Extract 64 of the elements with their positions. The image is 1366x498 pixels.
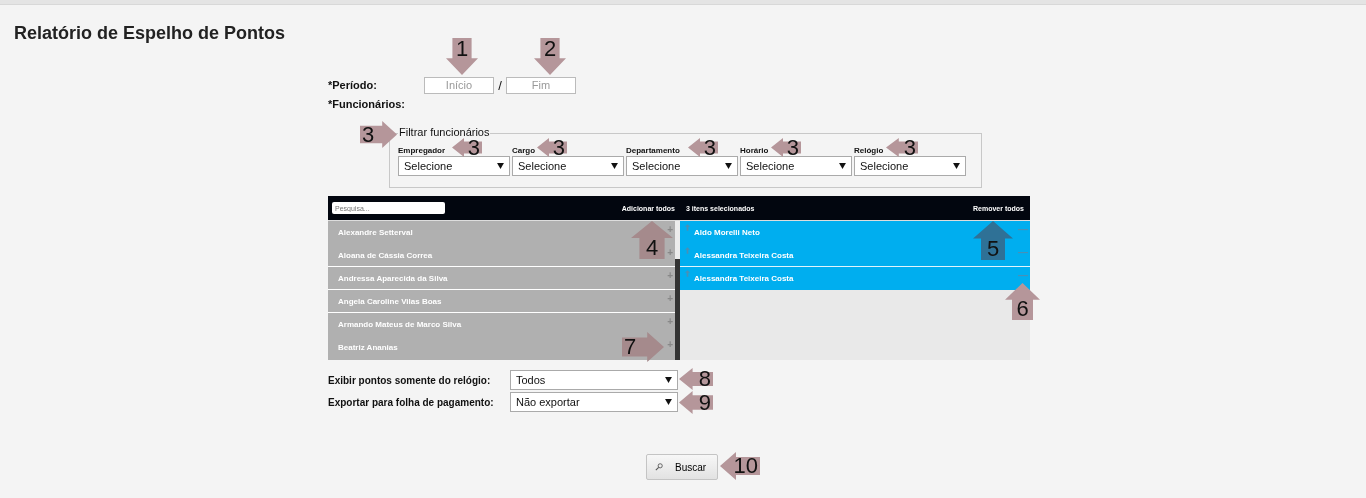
- dropdown[interactable]: Selecione: [512, 156, 624, 176]
- caret-icon: [725, 163, 732, 169]
- callout-marker: 3: [688, 138, 718, 157]
- caret-icon: [953, 163, 960, 169]
- remove-icon[interactable]: —: [1018, 270, 1028, 281]
- callout-marker: 5: [973, 221, 1013, 260]
- end-date-field[interactable]: Fim: [506, 76, 576, 94]
- filter-label: Horário: [740, 146, 769, 156]
- callout-marker: 8: [679, 368, 713, 390]
- remove-icon[interactable]: —: [1018, 224, 1028, 235]
- dropdown[interactable]: Selecione: [854, 156, 966, 176]
- list-item[interactable]: Beatriz Ananias: [338, 343, 398, 352]
- list-item[interactable]: Aloana de Cássia Correa: [338, 250, 433, 260]
- field-label: *Período:: [328, 79, 378, 91]
- caret-icon: [839, 163, 846, 169]
- option-label: Exibir pontos somente do relógio:: [328, 374, 492, 386]
- callout-marker: 3: [537, 138, 567, 157]
- search-button[interactable]: Buscar: [646, 454, 718, 480]
- callout-marker: 1: [446, 38, 478, 75]
- callout-marker: 10: [720, 452, 760, 480]
- filter-legend: Filtrar funcionários: [398, 126, 491, 138]
- start-date-field[interactable]: Início: [424, 76, 494, 94]
- remove-icon[interactable]: —: [1018, 247, 1028, 258]
- selected-item[interactable]: Alessandra Teixeira Costa —: [680, 267, 1030, 290]
- up-arrow-icon[interactable]: [685, 247, 690, 254]
- up-arrow-icon[interactable]: [685, 270, 690, 277]
- up-arrow-icon[interactable]: [685, 224, 690, 231]
- caret-icon: [611, 163, 618, 169]
- add-icon[interactable]: +: [667, 293, 673, 304]
- separator: /: [497, 77, 503, 93]
- callout-marker: 3: [360, 121, 397, 148]
- list-item[interactable]: Alexandre Setterval: [338, 228, 413, 237]
- callout-marker: 2: [534, 38, 566, 75]
- add-icon[interactable]: +: [667, 224, 673, 235]
- callout-marker: 3: [452, 138, 482, 157]
- list-item[interactable]: Angela Caroline Vilas Boas: [338, 296, 442, 306]
- page-title: Relatório de Espelho de Pontos: [14, 22, 287, 44]
- list-item[interactable]: Andressa Aparecida da Silva: [338, 273, 448, 283]
- option-label: Exportar para folha de pagamento:: [328, 396, 495, 408]
- dropdown[interactable]: Não exportar: [510, 392, 678, 412]
- filter-label: Relógio: [854, 146, 884, 156]
- dropdown[interactable]: Selecione: [398, 156, 510, 176]
- callout-marker: 3: [771, 138, 801, 157]
- callout-marker: 3: [886, 138, 918, 157]
- caret-icon: [665, 399, 672, 405]
- filter-label: Cargo: [512, 146, 536, 156]
- add-icon[interactable]: +: [667, 339, 673, 350]
- add-icon[interactable]: +: [667, 247, 673, 258]
- field-label: *Funcionários:: [328, 98, 406, 112]
- dropdown[interactable]: Todos: [510, 370, 678, 390]
- add-icon[interactable]: +: [667, 316, 673, 327]
- add-icon[interactable]: +: [667, 270, 673, 281]
- callout-marker: 7: [622, 332, 664, 362]
- callout-marker: 6: [1005, 283, 1040, 320]
- dropdown[interactable]: Selecione: [740, 156, 852, 176]
- list-item[interactable]: Armando Mateus de Marco Silva: [338, 320, 462, 329]
- callout-marker: 9: [679, 391, 713, 414]
- scrollbar[interactable]: [675, 221, 680, 360]
- filter-label: Empregador: [398, 146, 446, 156]
- dropdown[interactable]: Selecione: [626, 156, 738, 176]
- caret-icon: [497, 163, 504, 169]
- search-icon: [655, 463, 663, 471]
- filter-label: Departamento: [626, 146, 680, 156]
- caret-icon: [665, 377, 672, 383]
